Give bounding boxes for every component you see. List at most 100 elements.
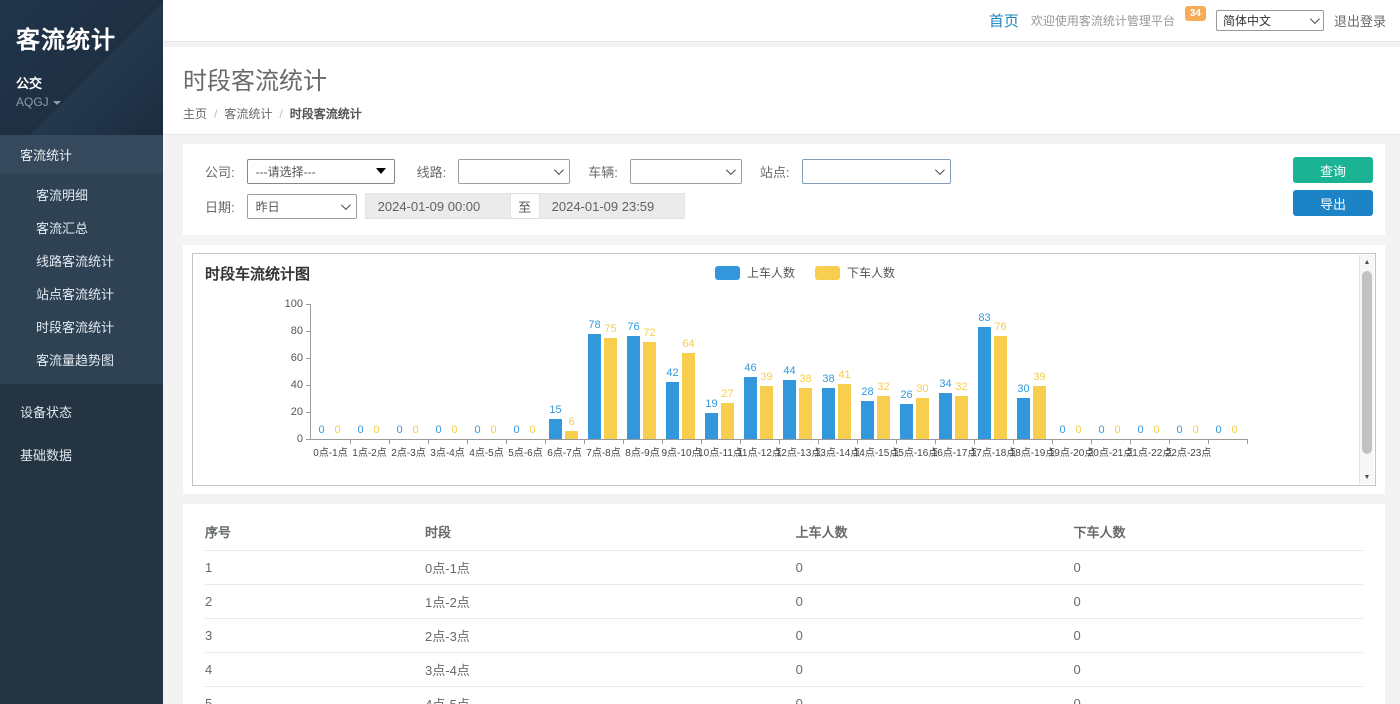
bar-group: 00 bbox=[506, 304, 545, 439]
bar-value-label: 0 bbox=[490, 424, 496, 436]
bar-alighting bbox=[1033, 386, 1046, 439]
query-button[interactable]: 查询 bbox=[1293, 157, 1373, 183]
logout-link[interactable]: 退出登录 bbox=[1334, 11, 1386, 30]
y-tick-label: 20 bbox=[291, 406, 303, 418]
sidebar-header: 客流统计 公交 AQGJ bbox=[0, 0, 163, 135]
filter-row-2: 日期: 昨日 2024-01-09 00:00 至 2024-01-09 23:… bbox=[205, 193, 1373, 219]
language-value: 简体中文 bbox=[1223, 12, 1271, 29]
chart-box: 时段车流统计图 上车人数下车人数 0204060801000点-1点001点-2… bbox=[192, 253, 1376, 486]
company-select-value: ---请选择--- bbox=[256, 163, 316, 180]
topbar: 首页 欢迎使用客流统计管理平台 34 简体中文 退出登录 bbox=[163, 0, 1400, 42]
caret-down-icon bbox=[53, 101, 61, 105]
filter-panel: 公司: ---请选择--- 线路: 车辆: 站点: bbox=[183, 144, 1385, 235]
bar-value-label: 0 bbox=[1075, 424, 1081, 436]
x-tick-label: 3点-4点 bbox=[430, 444, 464, 459]
sidebar-item-base-data[interactable]: 基础数据 bbox=[0, 433, 163, 476]
date-to-input[interactable]: 2024-01-09 23:59 bbox=[539, 193, 685, 219]
bar-value-label: 0 bbox=[1176, 424, 1182, 436]
page-title: 时段客流统计 bbox=[183, 61, 1400, 96]
scroll-down-icon[interactable]: ▼ bbox=[1360, 470, 1374, 484]
date-preset-select[interactable]: 昨日 bbox=[247, 194, 357, 219]
header-boarding: 上车人数 bbox=[796, 514, 1074, 551]
y-tick-label: 80 bbox=[291, 325, 303, 337]
bar-group: 3841 bbox=[818, 304, 857, 439]
sidebar-submenu: 客流明细客流汇总线路客流统计站点客流统计时段客流统计客流量趋势图 bbox=[0, 174, 163, 384]
sidebar-subitem-0[interactable]: 客流明细 bbox=[0, 178, 163, 211]
legend-swatch bbox=[715, 266, 740, 280]
chevron-down-icon bbox=[934, 165, 944, 175]
line-select[interactable] bbox=[458, 159, 570, 184]
y-tick-label: 100 bbox=[285, 298, 303, 310]
x-tick-label: 7点-8点 bbox=[586, 444, 620, 459]
breadcrumb: 主页 / 客流统计 / 时段客流统计 bbox=[183, 105, 1400, 122]
bar-value-label: 42 bbox=[666, 367, 678, 379]
x-tick-label: 6点-7点 bbox=[547, 444, 581, 459]
chevron-down-icon bbox=[1310, 14, 1320, 24]
table-cell: 3 bbox=[205, 619, 425, 653]
bar-group: 00 bbox=[389, 304, 428, 439]
sidebar-item-device-status[interactable]: 设备状态 bbox=[0, 390, 163, 433]
x-tick-mark bbox=[584, 440, 585, 444]
bar-group: 4264 bbox=[662, 304, 701, 439]
breadcrumb-passenger-stats[interactable]: 客流统计 bbox=[224, 105, 272, 122]
bar-value-label: 0 bbox=[513, 424, 519, 436]
bar-group: 4438 bbox=[779, 304, 818, 439]
breadcrumb-home[interactable]: 主页 bbox=[183, 105, 207, 122]
vehicle-select[interactable] bbox=[630, 159, 742, 184]
header-alighting: 下车人数 bbox=[1073, 514, 1363, 551]
chart-scrollbar[interactable]: ▲ ▼ bbox=[1359, 255, 1374, 484]
legend-item[interactable]: 上车人数 bbox=[715, 264, 795, 281]
station-label: 站点: bbox=[760, 162, 790, 181]
sidebar-subitem-1[interactable]: 客流汇总 bbox=[0, 211, 163, 244]
bar-value-label: 0 bbox=[396, 424, 402, 436]
org-name: 公交 bbox=[16, 73, 147, 92]
language-select[interactable]: 简体中文 bbox=[1216, 10, 1324, 31]
bar-value-label: 6 bbox=[568, 416, 574, 428]
bar-value-label: 41 bbox=[838, 369, 850, 381]
scroll-up-icon[interactable]: ▲ bbox=[1360, 255, 1374, 269]
bar-boarding bbox=[666, 382, 679, 439]
bar-group: 7672 bbox=[623, 304, 662, 439]
app-logo: 客流统计 bbox=[16, 20, 147, 55]
home-link[interactable]: 首页 bbox=[989, 10, 1019, 31]
breadcrumb-current: 时段客流统计 bbox=[290, 105, 362, 122]
bar-group: 2832 bbox=[857, 304, 896, 439]
company-select[interactable]: ---请选择--- bbox=[247, 159, 395, 184]
bar-value-label: 0 bbox=[529, 424, 535, 436]
x-tick-label: 9点-10点 bbox=[661, 444, 701, 459]
x-tick-label: 1点-2点 bbox=[352, 444, 386, 459]
scrollbar-thumb[interactable] bbox=[1362, 271, 1372, 454]
bar-boarding bbox=[900, 404, 913, 439]
x-tick-mark bbox=[467, 440, 468, 444]
sidebar-subitem-4[interactable]: 时段客流统计 bbox=[0, 310, 163, 343]
bar-boarding bbox=[549, 419, 562, 439]
bar-alighting bbox=[955, 396, 968, 439]
sidebar-subitem-2[interactable]: 线路客流统计 bbox=[0, 244, 163, 277]
bar-boarding bbox=[705, 413, 718, 439]
main-area: 首页 欢迎使用客流统计管理平台 34 简体中文 退出登录 时段客流统计 主页 /… bbox=[163, 0, 1400, 704]
bar-group: 3432 bbox=[935, 304, 974, 439]
table-row: 32点-3点00 bbox=[205, 619, 1363, 653]
export-button[interactable]: 导出 bbox=[1293, 190, 1373, 216]
date-from-input[interactable]: 2024-01-09 00:00 bbox=[365, 193, 511, 219]
legend-item[interactable]: 下车人数 bbox=[815, 264, 895, 281]
bar-value-label: 0 bbox=[474, 424, 480, 436]
bar-value-label: 0 bbox=[373, 424, 379, 436]
bar-boarding bbox=[627, 336, 640, 439]
bar-boarding bbox=[978, 327, 991, 439]
notification-badge[interactable]: 34 bbox=[1185, 6, 1206, 21]
company-label: 公司: bbox=[205, 162, 235, 181]
sidebar-subitem-3[interactable]: 站点客流统计 bbox=[0, 277, 163, 310]
sidebar-item-passenger-stats[interactable]: 客流统计 bbox=[0, 135, 163, 174]
bar-group: 00 bbox=[467, 304, 506, 439]
sidebar-subitem-5[interactable]: 客流量趋势图 bbox=[0, 343, 163, 376]
station-select[interactable] bbox=[802, 159, 951, 184]
table-cell: 0 bbox=[796, 653, 1074, 687]
bar-boarding bbox=[822, 388, 835, 439]
bar-alighting bbox=[994, 336, 1007, 439]
x-tick-mark bbox=[1208, 440, 1209, 444]
bar-alighting bbox=[604, 338, 617, 439]
user-menu[interactable]: AQGJ bbox=[16, 95, 147, 109]
table-cell: 0 bbox=[1073, 551, 1363, 585]
triangle-down-icon bbox=[376, 168, 386, 174]
